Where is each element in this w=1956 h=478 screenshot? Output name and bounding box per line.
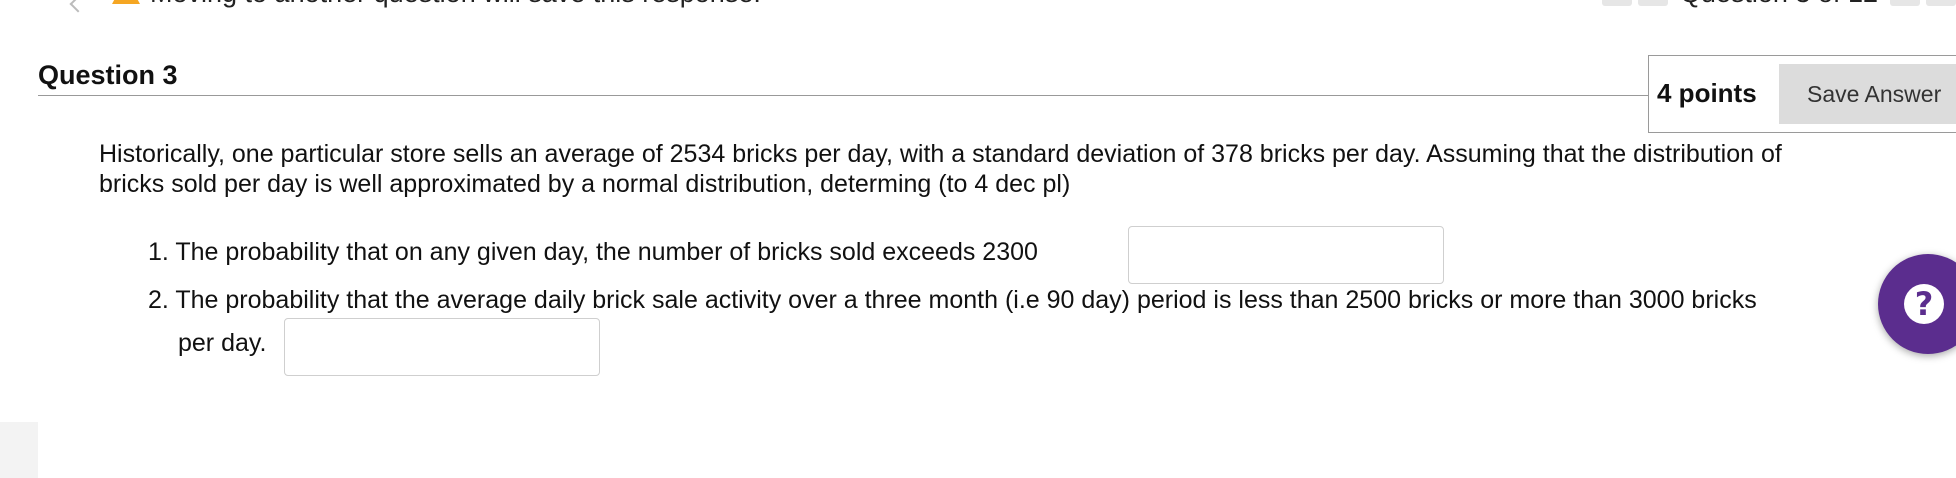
last-question-button[interactable]: » [1926,0,1956,6]
question-divider [38,95,1650,96]
double-chevron-left-icon: « [1611,0,1622,5]
previous-question-button[interactable]: ‹ [1637,0,1668,6]
help-button[interactable]: ? [1878,254,1956,354]
item-number: 2. [148,286,169,314]
chevron-right-icon: › [1902,0,1909,5]
list-item: 1. The probability that on any given day… [148,238,1038,267]
item-text: The probability that on any given day, t… [175,238,1038,266]
double-chevron-right-icon: » [1935,0,1946,5]
question-text: Historically, one particular store sells… [99,140,1782,198]
item-number: 1. [148,238,169,266]
chevron-left-icon[interactable] [69,0,87,13]
save-warning-bar: Moving to another question will save thi… [0,0,1956,13]
help-icon: ? [1904,284,1944,324]
question-navigation: « ‹ Question 3 of 12 › » [1601,0,1956,9]
save-answer-button[interactable]: Save Answer [1779,64,1956,124]
answer-input-1[interactable] [1128,226,1444,284]
warning-icon [112,0,140,4]
question-points: 4 points [1657,78,1757,108]
question-counter: Question 3 of 12 [1680,0,1878,9]
question-title: Question 3 [38,60,178,90]
next-question-button[interactable]: › [1890,0,1920,6]
side-panel-edge [0,422,38,478]
list-item: 2. The probability that the average dail… [148,286,1757,315]
first-question-button[interactable]: « [1601,0,1632,6]
chevron-left-icon: ‹ [1650,0,1657,5]
warning-text: Moving to another question will save thi… [150,0,761,9]
item-text: The probability that the average daily b… [175,286,1757,314]
item-text-continued: per day. [178,329,267,357]
answer-input-2[interactable] [284,318,600,376]
